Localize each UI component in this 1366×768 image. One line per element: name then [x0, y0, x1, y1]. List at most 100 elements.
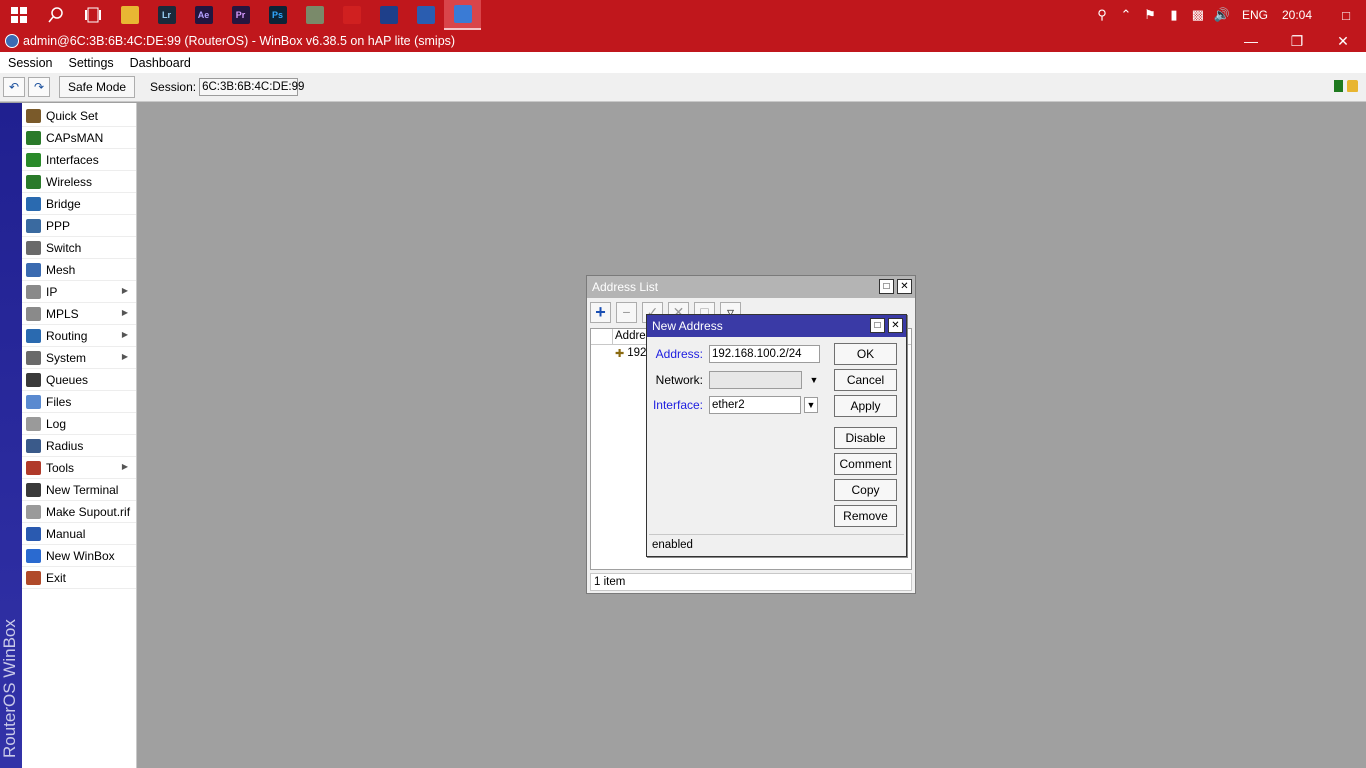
taskbar-app-button[interactable]	[111, 0, 148, 30]
comment-button[interactable]: Comment	[834, 453, 897, 475]
interface-label: Interface:	[652, 398, 703, 412]
address-list-titlebar[interactable]: Address List □ ✕	[587, 276, 915, 298]
menu-dashboard[interactable]: Dashboard	[122, 56, 199, 70]
winbox-brand-strip: RouterOS WinBox	[0, 103, 22, 768]
taskbar-app-button[interactable]	[296, 0, 333, 30]
exit-icon	[26, 570, 41, 585]
sidebar-item-routing[interactable]: Routing ▶	[22, 325, 136, 347]
taskbar-app-button[interactable]	[407, 0, 444, 30]
close-icon[interactable]: ✕	[888, 318, 903, 333]
task-view-button[interactable]	[74, 0, 111, 30]
search-button[interactable]	[37, 0, 74, 30]
taskbar-app-button[interactable]	[370, 0, 407, 30]
volume-icon[interactable]: 🔊	[1210, 0, 1234, 30]
add-button[interactable]: +	[590, 301, 611, 323]
network-app-icon	[416, 6, 435, 24]
address-list-status: 1 item	[590, 573, 912, 591]
restore-button[interactable]: ❐	[1274, 30, 1320, 52]
sidebar-menu: Quick Set CAPsMAN Interfaces Wireless Bridge…	[22, 103, 137, 768]
close-button[interactable]: ✕	[1320, 30, 1366, 52]
taskbar-app-button[interactable]: Ae	[185, 0, 222, 30]
menu-session[interactable]: Session	[0, 56, 60, 70]
sidebar-item-capsman[interactable]: CAPsMAN	[22, 127, 136, 149]
sidebar-item-tools[interactable]: Tools ▶	[22, 457, 136, 479]
sidebar-item-wireless[interactable]: Wireless	[22, 171, 136, 193]
sidebar-item-ip[interactable]: IP ▶	[22, 281, 136, 303]
sidebar-item-queues[interactable]: Queues	[22, 369, 136, 391]
session-field[interactable]: 6C:3B:6B:4C:DE:99	[199, 78, 304, 96]
sidebar-item-log[interactable]: Log	[22, 413, 136, 435]
network-warning-icon[interactable]: ⚑	[1138, 0, 1162, 30]
taskbar-app-button[interactable]: Pr	[222, 0, 259, 30]
sidebar-item-files[interactable]: Files	[22, 391, 136, 413]
sidebar-item-interfaces[interactable]: Interfaces	[22, 149, 136, 171]
start-button[interactable]	[0, 0, 37, 30]
new-winbox-icon	[26, 548, 41, 563]
ok-button[interactable]: OK	[834, 343, 897, 365]
maximize-icon[interactable]: □	[870, 318, 885, 333]
sidebar-item-ppp[interactable]: PPP	[22, 215, 136, 237]
display-icon[interactable]: ▩	[1186, 0, 1210, 30]
taskbar-app-button[interactable]: Lr	[148, 0, 185, 30]
network-dropdown-icon[interactable]: ▼	[807, 372, 821, 388]
sidebar-item-label: Make Supout.rif	[46, 504, 131, 519]
sidebar-item-new-terminal[interactable]: New Terminal	[22, 479, 136, 501]
chevron-up-icon[interactable]: ⌃	[1114, 0, 1138, 30]
interface-select[interactable]: ether2	[709, 396, 801, 414]
log-icon	[26, 416, 41, 431]
clock[interactable]: 20:04	[1276, 8, 1326, 22]
close-icon[interactable]: ✕	[897, 279, 912, 294]
remove-button[interactable]: −	[616, 301, 637, 323]
winbox-taskbar-icon	[453, 5, 472, 23]
notifications-icon[interactable]: □	[1326, 0, 1366, 30]
taskbar-app-button[interactable]: Ps	[259, 0, 296, 30]
safe-mode-button[interactable]: Safe Mode	[59, 76, 136, 98]
minimize-button[interactable]: —	[1228, 30, 1274, 52]
people-icon[interactable]: ⚲	[1090, 0, 1114, 30]
window-titlebar[interactable]: admin@6C:3B:6B:4C:DE:99 (RouterOS) - Win…	[0, 30, 1366, 52]
maximize-icon[interactable]: □	[879, 279, 894, 294]
sidebar-item-system[interactable]: System ▶	[22, 347, 136, 369]
sidebar-item-switch[interactable]: Switch	[22, 237, 136, 259]
sidebar-item-quick-set[interactable]: Quick Set	[22, 105, 136, 127]
sidebar-item-make-supout-rif[interactable]: Make Supout.rif	[22, 501, 136, 523]
taskbar-app-button[interactable]	[444, 0, 481, 30]
sidebar-item-label: Switch	[46, 240, 82, 255]
address-list-title: Address List	[592, 280, 659, 294]
lock-icon	[1347, 80, 1358, 92]
taskbar-app-button[interactable]	[333, 0, 370, 30]
session-label: Session:	[150, 80, 197, 94]
network-field[interactable]	[709, 371, 802, 389]
window-title: admin@6C:3B:6B:4C:DE:99 (RouterOS) - Win…	[23, 34, 456, 48]
menu-settings[interactable]: Settings	[60, 56, 121, 70]
sidebar-item-new-winbox[interactable]: New WinBox	[22, 545, 136, 567]
sidebar-item-radius[interactable]: Radius	[22, 435, 136, 457]
interface-dropdown-icon[interactable]: ▼	[804, 397, 818, 413]
apply-button[interactable]: Apply	[834, 395, 897, 417]
task-view-icon	[84, 7, 101, 23]
sidebar-item-label: Wireless	[46, 174, 93, 189]
wireless-icon	[26, 174, 41, 189]
sidebar-item-mpls[interactable]: MPLS ▶	[22, 303, 136, 325]
new-address-titlebar[interactable]: New Address □ ✕	[647, 315, 906, 337]
disable-button[interactable]: Disable	[834, 427, 897, 449]
address-label: Address:	[655, 347, 703, 361]
ip-icon	[26, 284, 41, 299]
language-indicator[interactable]: ENG	[1234, 8, 1276, 22]
mpls-icon	[26, 306, 41, 321]
terminal-icon	[26, 482, 41, 497]
redo-button[interactable]: ↷	[28, 77, 50, 97]
sidebar-item-label: Manual	[46, 526, 86, 541]
sidebar-item-mesh[interactable]: Mesh	[22, 259, 136, 281]
sidebar-item-manual[interactable]: Manual	[22, 523, 136, 545]
sidebar-item-label: Mesh	[46, 262, 76, 277]
address-field[interactable]: 192.168.100.2/24	[709, 345, 820, 363]
sidebar-item-exit[interactable]: Exit	[22, 567, 136, 589]
cancel-button[interactable]: Cancel	[834, 369, 897, 391]
remove-button[interactable]: Remove	[834, 505, 897, 527]
sidebar-item-label: Quick Set	[46, 108, 99, 123]
sidebar-item-bridge[interactable]: Bridge	[22, 193, 136, 215]
copy-button[interactable]: Copy	[834, 479, 897, 501]
battery-icon[interactable]: ▮	[1162, 0, 1186, 30]
undo-button[interactable]: ↶	[3, 77, 25, 97]
